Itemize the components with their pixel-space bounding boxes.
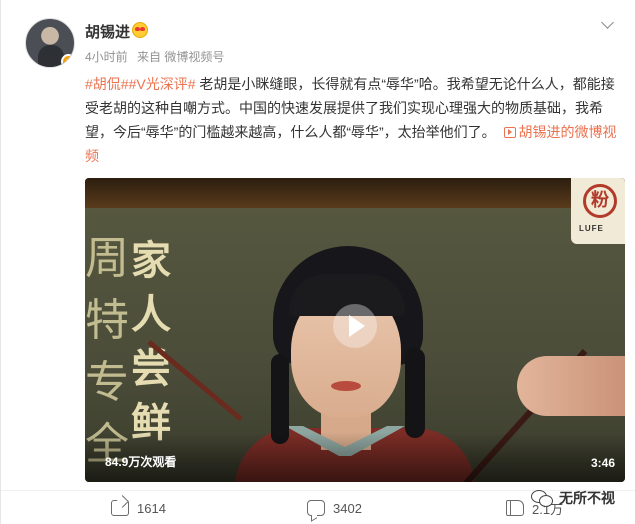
play-button[interactable] — [333, 304, 377, 348]
share-count: 1614 — [137, 500, 166, 516]
avatar-figure — [38, 45, 64, 67]
wechat-watermark: 无所不视 — [531, 488, 615, 508]
wechat-icon — [531, 489, 553, 507]
watermark-text: 无所不视 — [559, 490, 615, 506]
share-button[interactable]: 1614 — [111, 491, 166, 524]
video-figure-lips — [331, 381, 361, 391]
view-count: 84.9万次观看 — [105, 455, 177, 469]
emoji-icon — [132, 22, 148, 38]
comment-button[interactable]: 3402 — [307, 491, 362, 524]
post-time[interactable]: 4小时前 — [85, 50, 128, 64]
hashtag-huchan[interactable]: #胡侃# — [85, 76, 129, 92]
post-content: #胡侃##V光深评# 老胡是小眯缝眼，长得就有点“辱华”哈。我希望无论什么人，都… — [85, 72, 625, 168]
comment-icon — [307, 500, 325, 516]
like-icon — [506, 500, 524, 516]
share-icon — [111, 500, 129, 516]
avatar[interactable]: v — [25, 18, 75, 68]
brand-logo-text: LUFE — [579, 224, 604, 233]
video-scene-frame — [85, 178, 625, 208]
video-figure-braid-left — [271, 354, 289, 444]
chevron-down-icon[interactable] — [601, 18, 615, 32]
video-figure-braid-right — [405, 348, 425, 438]
post-meta: 4小时前 来自 微博视频号 — [85, 48, 230, 65]
brand-logo-mark: 粉 — [583, 184, 617, 218]
video-hand — [517, 356, 625, 416]
comment-count: 3402 — [333, 500, 362, 516]
video-duration: 3:46 — [590, 456, 615, 470]
video-link-icon — [503, 127, 516, 138]
user-name[interactable]: 胡锡进 — [85, 21, 130, 42]
video-player[interactable]: 周特专全 家人尝鲜 粉 LUFE 84.9万次观看 3:46 — [85, 178, 625, 482]
video-edge-characters: 周特专全 — [85, 233, 129, 470]
hashtag-vguang[interactable]: #V光深评# — [129, 76, 196, 92]
video-brand-logo: 粉 LUFE — [571, 178, 625, 244]
verified-badge: v — [61, 54, 74, 67]
weibo-post-card: v 胡锡进 4小时前 来自 微博视频号 #胡侃##V光深评# 老胡是小眯缝眼，长… — [0, 0, 635, 524]
post-source[interactable]: 来自 微博视频号 — [137, 50, 224, 64]
